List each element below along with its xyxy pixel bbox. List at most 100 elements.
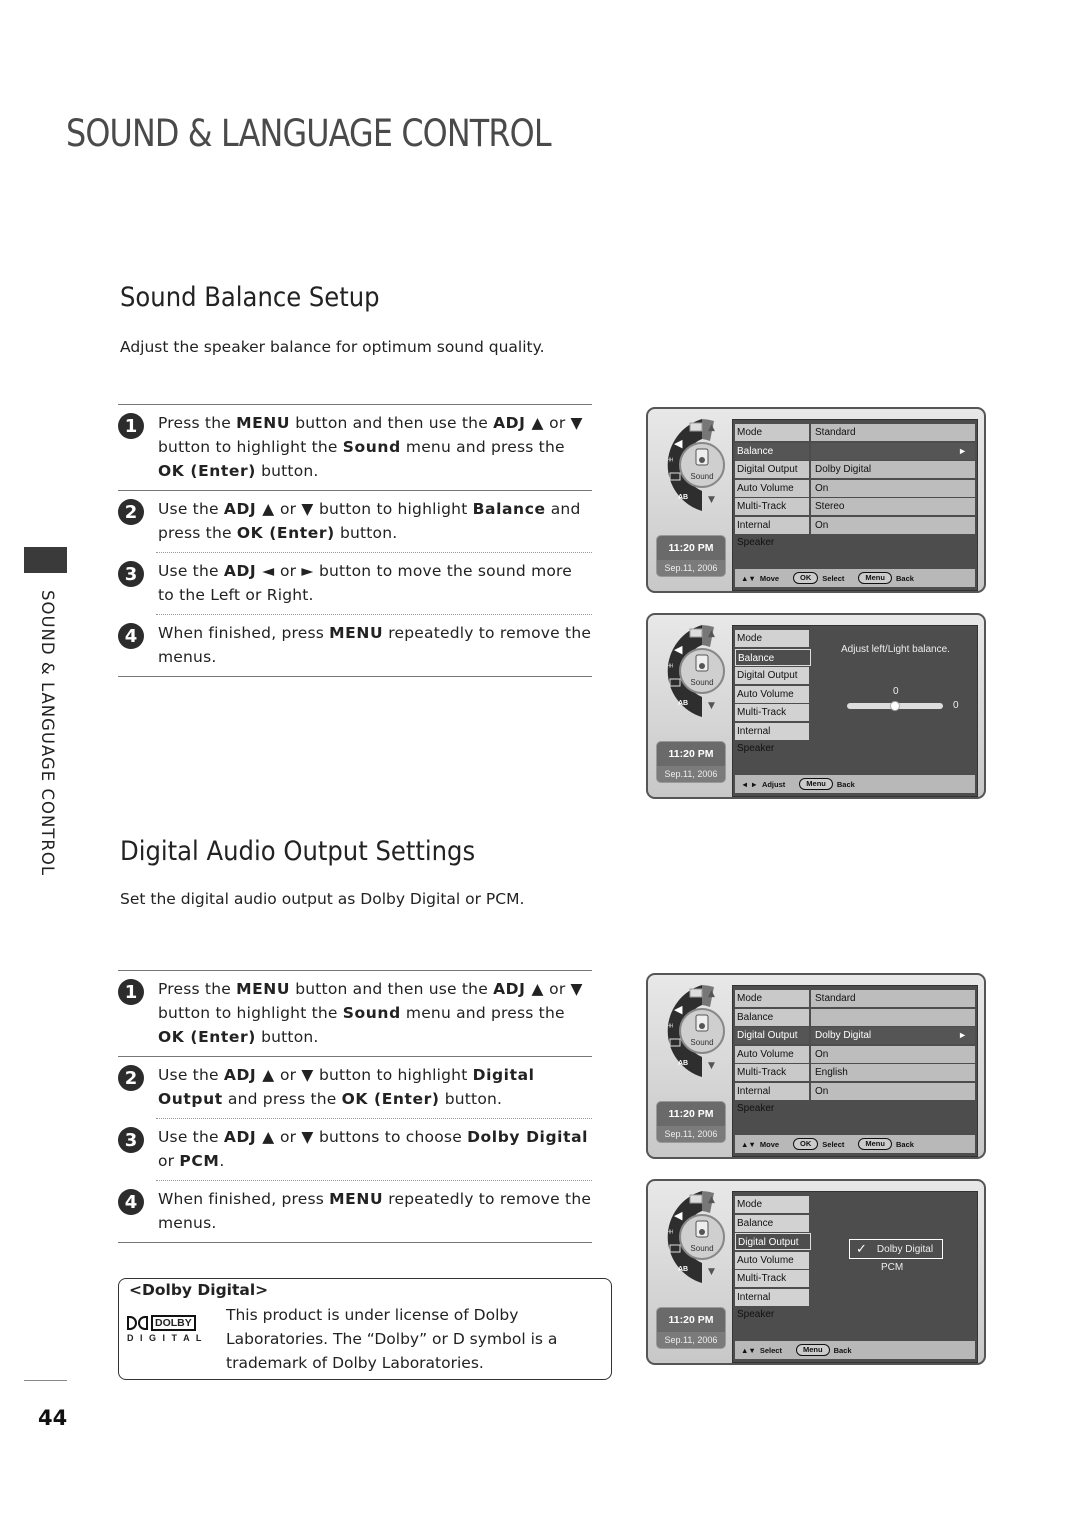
osd-menu-label: Auto Volume [735,479,811,497]
footer-hint: Back [836,779,855,789]
step-text: Use the ADJ ▲ or ▼ button to highlight D… [158,1066,535,1108]
osd-menu-row[interactable]: Internal Speaker [735,723,975,754]
footer-hint: Adjust [761,779,786,789]
osd-menu-value: English [811,1064,975,1082]
osd-menu-value [811,1289,975,1306]
osd-menu-label: Digital Output [735,667,811,685]
option-selected[interactable]: ✓ Dolby Digital [849,1239,943,1259]
footer-hint: Back [895,573,914,583]
nav-arrows-icon: ▲▼ [741,1345,756,1355]
osd-menu-row[interactable]: Digital Output [735,667,975,685]
osd-menu-label: Balance [735,1008,811,1026]
dolby-wordmark: DOLBY [151,1315,196,1331]
footer-key-pill: Menu [858,572,892,584]
osd-footer-bar: ▲▼ Select Menu Back [735,1341,975,1359]
up-arrow-icon: ▲ [708,629,715,639]
osd-menu-row[interactable]: Mode [735,1196,975,1213]
up-arrow-icon: ▲ [708,1195,715,1205]
step-number-badge: 1 [118,979,144,1005]
osd-screenshot: Sound ᴴᴴ ◀ AB ▲ ▼ 11:20 PM Sep.11, 2006 Mode… [646,613,986,799]
osd-menu-label: Mode [735,990,811,1007]
down-arrow-icon: ▼ [708,701,715,711]
page-number: 44 [38,1406,68,1430]
svg-text:AB: AB [678,494,688,501]
osd-menu-label: Internal Speaker [735,1083,811,1114]
up-arrow-icon: ▲ [708,423,715,433]
step-number-badge: 3 [118,561,144,587]
step-divider [118,1242,592,1243]
osd-menu-row[interactable]: Auto Volume On [735,1045,975,1063]
osd-menu-row[interactable]: Multi-Track English [735,1064,975,1082]
footer-key-pill: OK [793,572,819,584]
step-item: 4 When finished, press MENU repeatedly to… [118,1181,592,1242]
step-text: When finished, press MENU repeatedly to … [158,1190,592,1232]
osd-menu-row[interactable]: Multi-Track Stereo [735,498,975,516]
osd-menu-row[interactable]: Auto Volume [735,685,975,703]
footer-hint: Back [833,1345,852,1355]
osd-menu-row[interactable]: Auto Volume On [735,479,975,497]
osd-menu-value [811,1196,975,1213]
osd-menu-row[interactable]: Mode Standard [735,424,975,441]
osd-menu-label: Internal Speaker [735,723,811,754]
steps-digital: 1 Press the MENU button and then use the … [118,970,592,1243]
footer-hint: Select [822,1139,845,1149]
menu-wheel-icon: Sound ᴴᴴ ◀ AB [654,415,728,515]
clock-time: 11:20 PM [668,748,714,760]
menu-wheel-icon: Sound ᴴᴴ ◀ AB [654,981,728,1081]
osd-menu-row[interactable]: Internal Speaker [735,1289,975,1320]
osd-footer-bar: ▲▼ Move OK Select Menu Back [735,1135,975,1153]
option-label: Dolby Digital [876,1243,934,1255]
section-title-balance: Sound Balance Setup [120,282,380,313]
step-text: Use the ADJ ▲ or ▼ buttons to choose Dol… [158,1128,589,1170]
osd-menu-row[interactable]: Internal Speaker On [735,517,975,548]
osd-menu-label: Digital Output [735,1233,811,1251]
osd-menu-row[interactable]: Internal Speaker On [735,1083,975,1114]
step-text: Press the MENU button and then use the A… [158,414,584,480]
osd-menu-row[interactable]: Digital Output Dolby Digital ► [735,1027,975,1045]
side-tab-label: SOUND & LANGUAGE CONTROL [38,590,57,877]
osd-screenshot: Sound ᴴᴴ ◀ AB ▲ ▼ 11:20 PM Sep.11, 2006 Mode… [646,1179,986,1365]
svg-text:◀: ◀ [674,1209,683,1222]
osd-menu-label: Mode [735,630,811,647]
osd-menu-value [811,1215,975,1232]
svg-text:ᴴᴴ: ᴴᴴ [667,664,673,671]
step-number-badge: 2 [118,499,144,525]
osd-menu-label: Multi-Track [735,1270,811,1288]
osd-menu-label: Digital Output [735,461,811,479]
osd-menu-value: On [811,479,975,497]
svg-text:ᴴᴴ: ᴴᴴ [667,458,673,465]
osd-menu-value [811,723,975,740]
osd-menu-row[interactable]: Balance [735,1008,975,1026]
osd-menu-label: Digital Output [735,1027,811,1045]
step-item: 3 Use the ADJ ◄ or ► button to move the s… [118,553,592,614]
balance-slider-knob[interactable] [890,701,900,711]
osd-menu-value: On [811,1083,975,1100]
option-item[interactable]: PCM [881,1262,903,1273]
osd-menu-row[interactable]: Mode Standard [735,990,975,1007]
step-item: 1 Press the MENU button and then use the … [118,971,592,1056]
dolby-note-title: <Dolby Digital> [129,1281,269,1299]
page-title: SOUND & LANGUAGE CONTROL [66,112,552,155]
clock-time: 11:20 PM [668,1314,714,1326]
section-intro-balance: Adjust the speaker balance for optimum s… [120,338,545,356]
balance-slider[interactable] [847,701,943,711]
osd-menu-value: ► [811,442,975,460]
page-number-rule [24,1380,67,1381]
footer-key-pill: OK [793,1138,819,1150]
svg-text:ᴴᴴ: ᴴᴴ [667,1230,673,1237]
osd-screenshot: Sound ᴴᴴ ◀ AB ▲ ▼ 11:20 PM Sep.11, 2006 Mode… [646,973,986,1159]
footer-hint: Move [759,1139,780,1149]
osd-menu-row[interactable]: Digital Output Dolby Digital [735,461,975,479]
up-arrow-icon: ▲ [708,989,715,999]
osd-menu-label: Mode [735,424,811,441]
step-item: 2 Use the ADJ ▲ or ▼ button to highlight … [118,491,592,552]
step-item: 3 Use the ADJ ▲ or ▼ buttons to choose Do… [118,1119,592,1180]
osd-menu-row[interactable]: Balance [735,1214,975,1232]
osd-menu-value [811,667,975,684]
osd-menu-label: Auto Volume [735,685,811,703]
down-arrow-icon: ▼ [708,1061,715,1071]
osd-menu-row[interactable]: Balance ► [735,442,975,460]
osd-menu-row[interactable]: Multi-Track [735,1270,975,1288]
step-item: 1 Press the MENU button and then use the … [118,405,592,490]
dolby-note-body: This product is under license of Dolby L… [226,1306,558,1372]
